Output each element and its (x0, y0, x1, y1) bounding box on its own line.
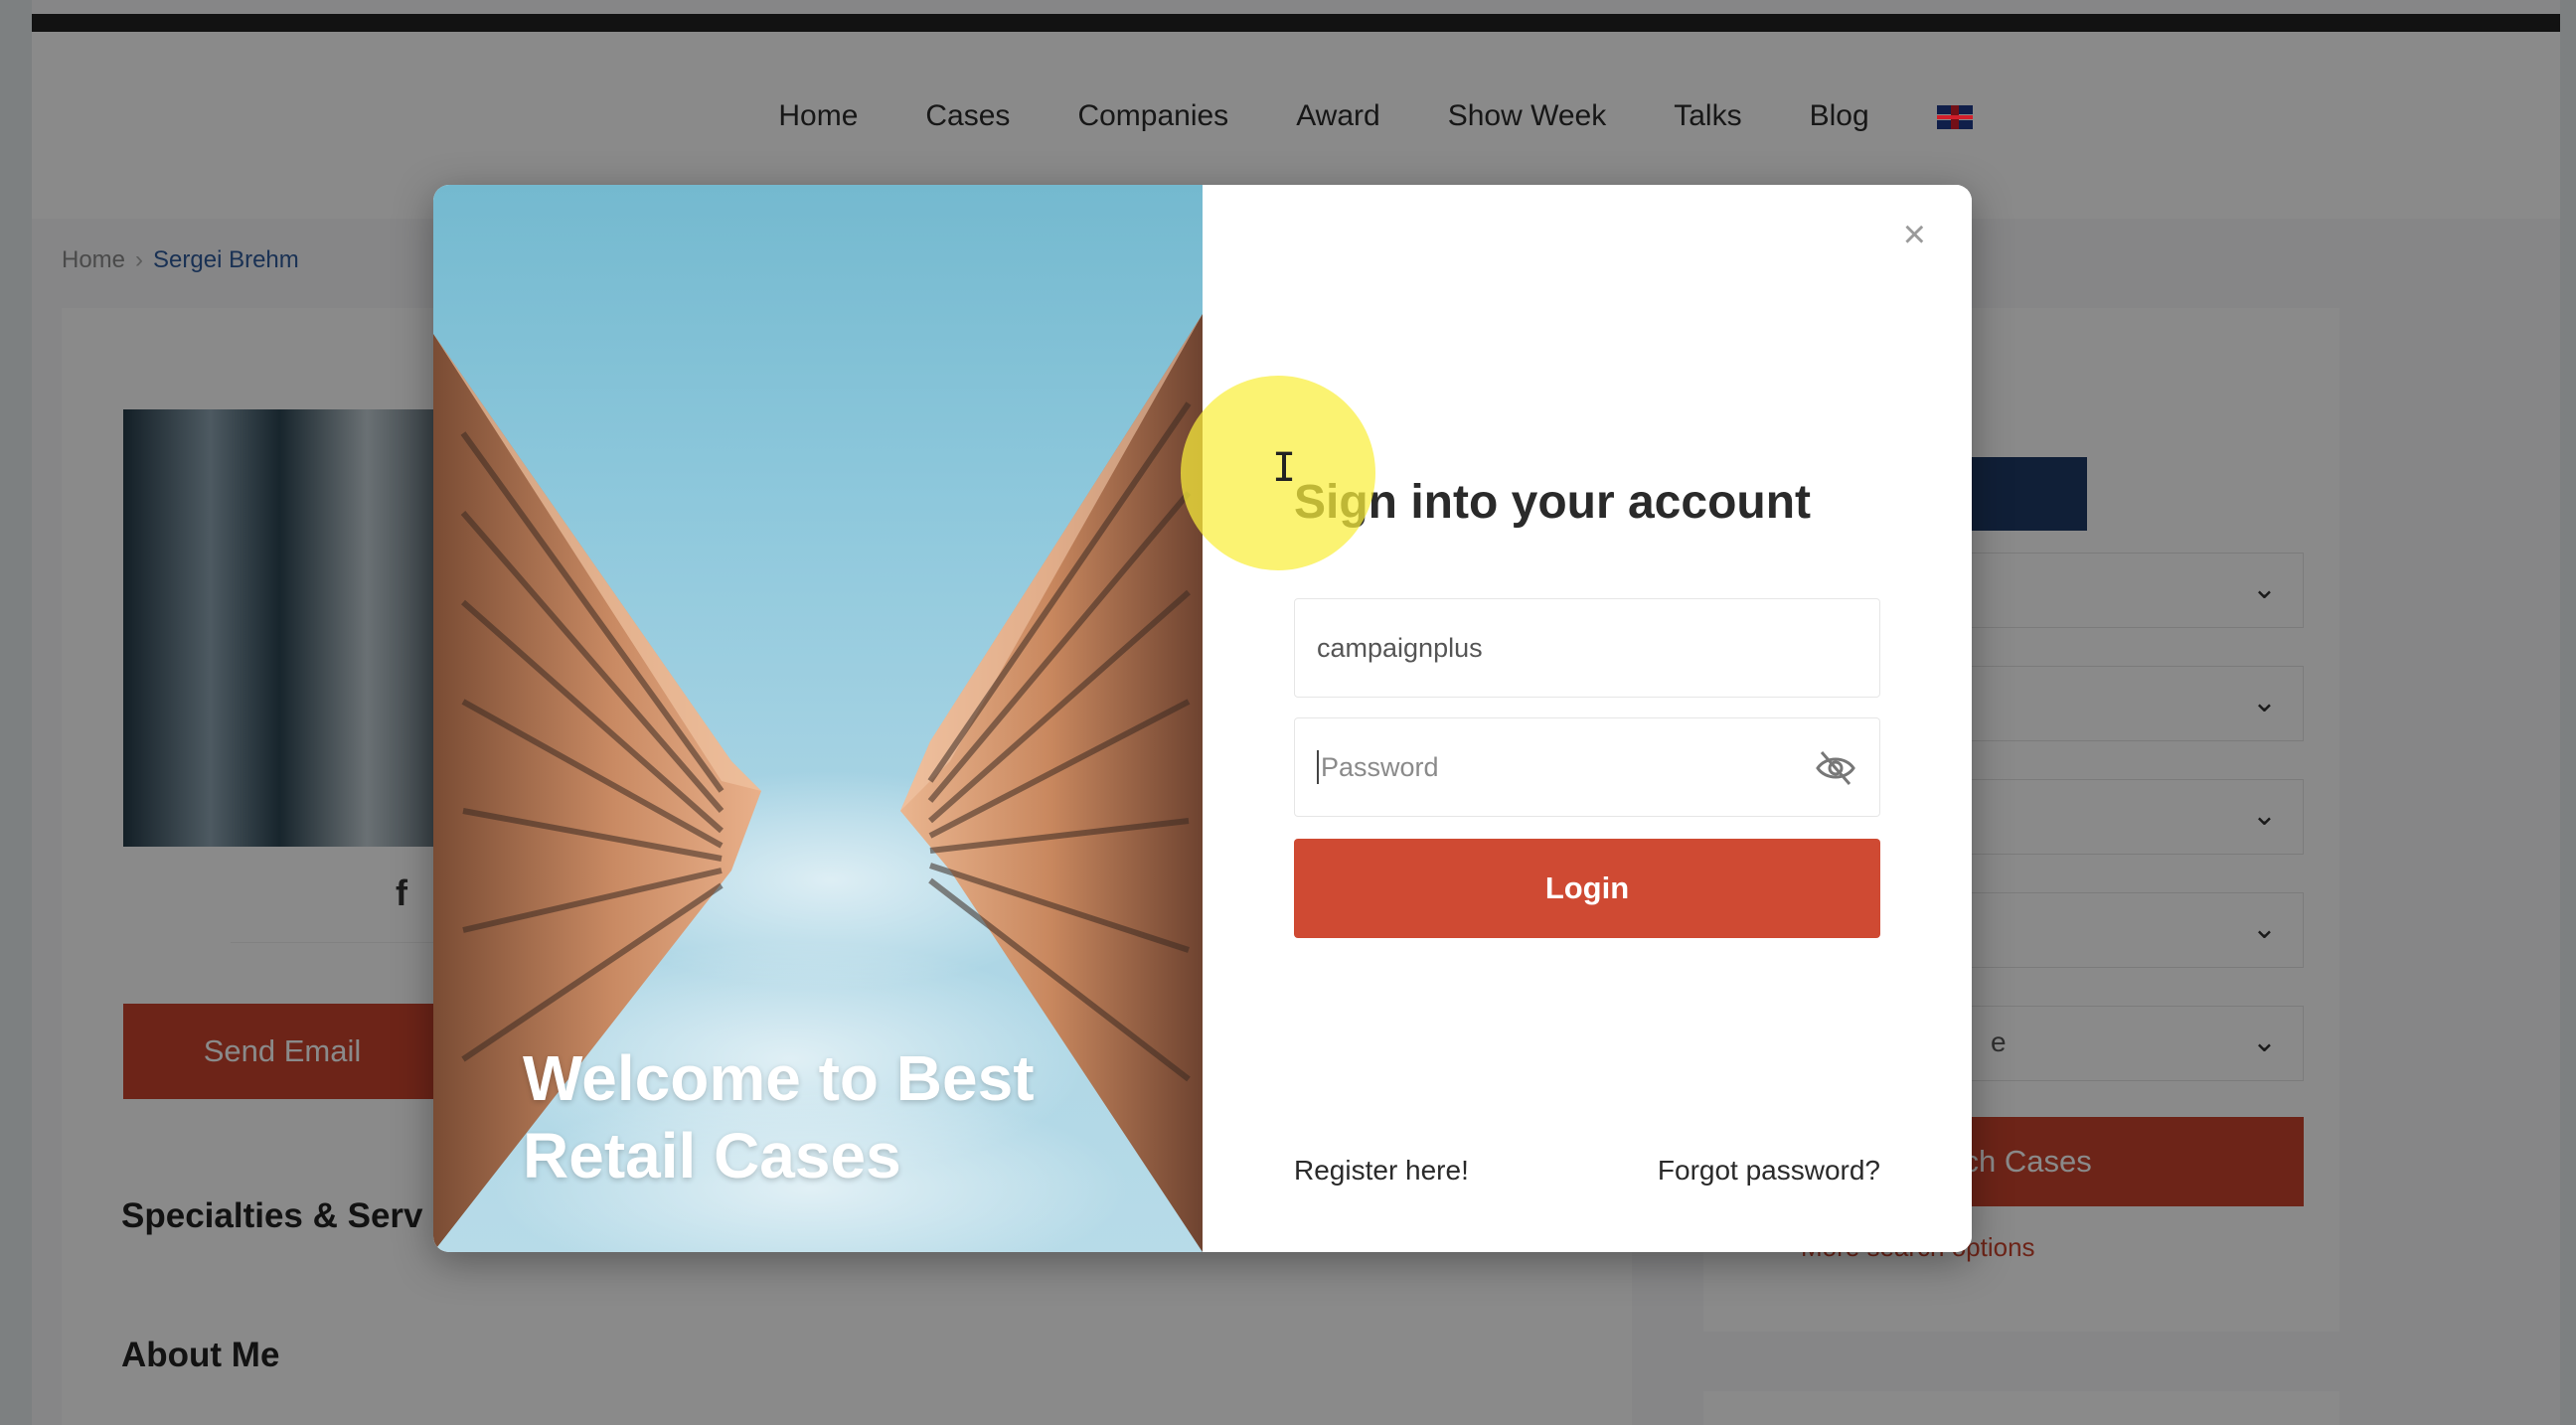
eye-slash-icon[interactable] (1814, 748, 1857, 795)
login-form-panel: × Sign into your account campaignplus Pa… (1203, 185, 1972, 1252)
username-value: campaignplus (1317, 632, 1483, 663)
text-cursor-icon: I (1272, 445, 1297, 491)
login-modal: Welcome to Best Retail Cases × Sign into… (433, 185, 1972, 1252)
forgot-password-link[interactable]: Forgot password? (1658, 1155, 1880, 1187)
text-caret (1317, 750, 1319, 784)
buildings-image: Welcome to Best Retail Cases (433, 185, 1203, 1252)
login-button[interactable]: Login (1294, 839, 1880, 938)
password-placeholder: Password (1321, 751, 1439, 782)
password-field[interactable]: Password (1294, 717, 1880, 817)
close-icon[interactable]: × (1903, 213, 1926, 257)
welcome-heading: Welcome to Best Retail Cases (523, 1042, 1035, 1191)
register-link[interactable]: Register here! (1294, 1155, 1469, 1187)
username-field[interactable]: campaignplus (1294, 598, 1880, 698)
